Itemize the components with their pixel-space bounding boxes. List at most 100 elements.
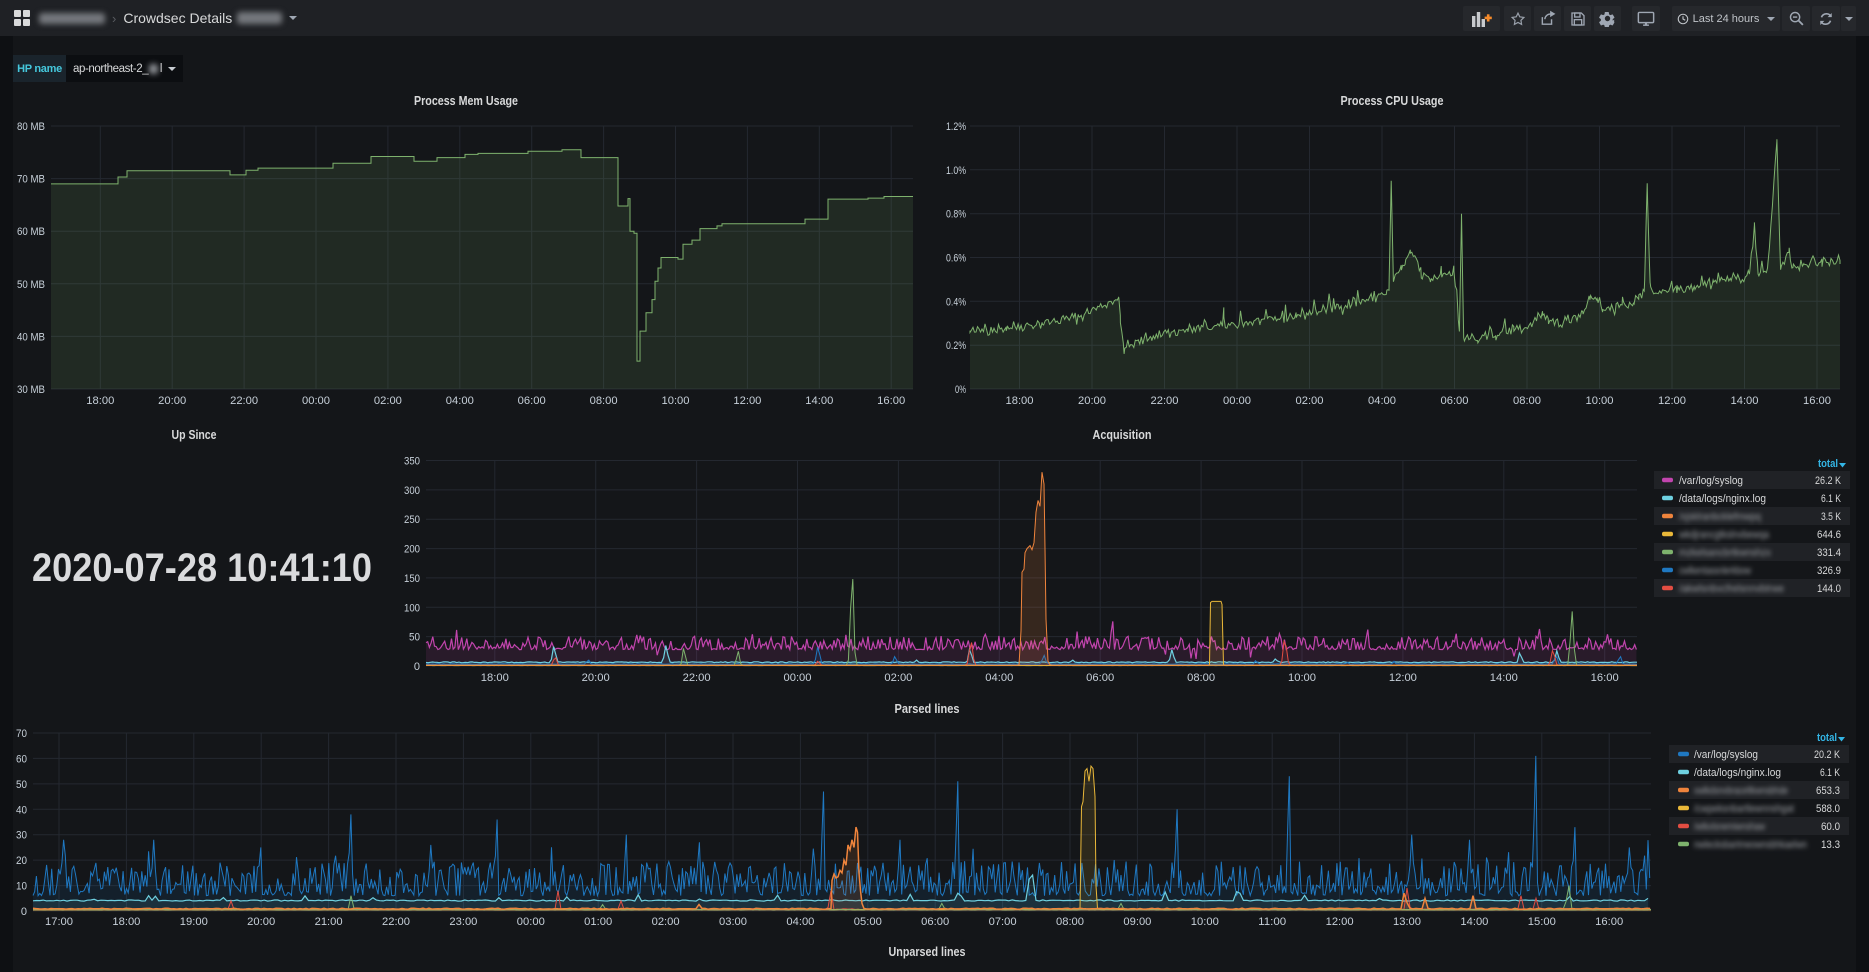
svg-text:20: 20 (16, 855, 27, 867)
svg-text:12:00: 12:00 (733, 395, 761, 407)
svg-text:/akwlsnbvcfrelsnnvbtrwe: /akwlsnbvcfrelsnnvbtrwe (1679, 583, 1784, 595)
svg-text:14:00: 14:00 (1460, 916, 1488, 928)
svg-text:12:00: 12:00 (1389, 672, 1417, 684)
svg-text:/data/logs/nginx.log: /data/logs/nginx.log (1679, 493, 1766, 505)
svg-text:Process Mem Usage: Process Mem Usage (414, 93, 518, 108)
svg-text:22:00: 22:00 (1151, 395, 1179, 407)
svg-text:xwlkdsnvbraceltkwnsbhde: xwlkdsnvbraceltkwnsbhde (1694, 785, 1788, 797)
svg-text:02:00: 02:00 (884, 672, 912, 684)
svg-text:0%: 0% (955, 384, 966, 396)
svg-text:04:00: 04:00 (786, 916, 814, 928)
svg-text:6.1 K: 6.1 K (1821, 493, 1842, 505)
svg-text:0.8%: 0.8% (946, 209, 966, 221)
svg-text:588.0: 588.0 (1816, 803, 1840, 815)
svg-text:19:00: 19:00 (180, 916, 208, 928)
svg-text:total: total (1818, 458, 1838, 470)
svg-text:60: 60 (16, 753, 27, 765)
svg-text:Up Since: Up Since (172, 427, 217, 442)
svg-text:Parsed lines: Parsed lines (895, 701, 960, 716)
svg-text:06:00: 06:00 (1441, 395, 1469, 407)
svg-text:cwlkentassnlerkbow: cwlkentassnlerkbow (1679, 565, 1751, 577)
svg-text:01:00: 01:00 (584, 916, 612, 928)
svg-text:150: 150 (404, 573, 420, 585)
svg-text:/cwpeksnbartlewnnshgat: /cwpeksnbartlewnnshgat (1694, 803, 1794, 815)
svg-text:03:00: 03:00 (719, 916, 747, 928)
svg-text:100: 100 (404, 602, 420, 614)
svg-text:16:00: 16:00 (1803, 395, 1831, 407)
svg-text:50: 50 (409, 632, 420, 644)
svg-text:326.9: 326.9 (1817, 565, 1841, 577)
svg-text:Acquisition: Acquisition (1093, 427, 1152, 442)
svg-text:23:00: 23:00 (449, 916, 477, 928)
svg-text:04:00: 04:00 (1368, 395, 1396, 407)
svg-text:10:00: 10:00 (1288, 672, 1316, 684)
svg-text:00:00: 00:00 (302, 395, 330, 407)
svg-text:08:00: 08:00 (1187, 672, 1215, 684)
svg-text:40: 40 (16, 804, 27, 816)
svg-text:6.1 K: 6.1 K (1820, 767, 1841, 779)
svg-text:80 MB: 80 MB (17, 121, 45, 133)
svg-text:nwlecksbartmeownsbhkaelwn: nwlecksbartmeownsbhkaelwn (1694, 839, 1807, 851)
svg-text:0.6%: 0.6% (946, 253, 966, 265)
svg-text:250: 250 (404, 514, 420, 526)
svg-text:20:00: 20:00 (1078, 395, 1106, 407)
svg-text:07:00: 07:00 (989, 916, 1017, 928)
svg-text:14:00: 14:00 (805, 395, 833, 407)
svg-text:12:00: 12:00 (1658, 395, 1686, 407)
svg-text:10:00: 10:00 (1191, 916, 1219, 928)
svg-text:0.2%: 0.2% (946, 340, 966, 352)
svg-text:16:00: 16:00 (1595, 916, 1623, 928)
svg-text:644.6: 644.6 (1817, 529, 1841, 541)
svg-text:20.2 K: 20.2 K (1814, 749, 1841, 761)
svg-text:06:00: 06:00 (921, 916, 949, 928)
svg-text:0.4%: 0.4% (946, 296, 966, 308)
svg-text:00:00: 00:00 (1223, 395, 1251, 407)
svg-text:/data/logs/nginx.log: /data/logs/nginx.log (1694, 767, 1781, 779)
svg-text:15:00: 15:00 (1528, 916, 1556, 928)
svg-text:10: 10 (16, 881, 27, 893)
svg-text:50: 50 (16, 779, 27, 791)
svg-text:60.0: 60.0 (1821, 821, 1840, 833)
svg-text:300: 300 (404, 485, 420, 497)
svg-text:30: 30 (16, 830, 27, 842)
svg-text:18:00: 18:00 (481, 672, 509, 684)
svg-text:02:00: 02:00 (652, 916, 680, 928)
svg-text:70 MB: 70 MB (17, 174, 45, 186)
svg-text:13:00: 13:00 (1393, 916, 1421, 928)
svg-text:653.3: 653.3 (1816, 785, 1840, 797)
svg-text:08:00: 08:00 (590, 395, 618, 407)
svg-text:mzkelsancbrtkwnshzx: mzkelsancbrtkwnshzx (1679, 547, 1771, 559)
svg-text:22:00: 22:00 (683, 672, 711, 684)
svg-text:02:00: 02:00 (1296, 395, 1324, 407)
svg-text:06:00: 06:00 (1086, 672, 1114, 684)
svg-text:30 MB: 30 MB (17, 384, 45, 396)
svg-text:18:00: 18:00 (1006, 395, 1034, 407)
svg-text:/var/log/syslog: /var/log/syslog (1694, 749, 1758, 761)
svg-text:00:00: 00:00 (784, 672, 812, 684)
svg-text:16:00: 16:00 (1591, 672, 1619, 684)
svg-text:40 MB: 40 MB (17, 331, 45, 343)
svg-text:17:00: 17:00 (45, 916, 73, 928)
svg-text:20:00: 20:00 (582, 672, 610, 684)
svg-text:Unparsed lines: Unparsed lines (889, 944, 966, 959)
svg-text:144.0: 144.0 (1817, 583, 1841, 595)
svg-text:200: 200 (404, 544, 420, 556)
svg-text:00:00: 00:00 (517, 916, 545, 928)
svg-text:10:00: 10:00 (662, 395, 690, 407)
svg-text:21:00: 21:00 (315, 916, 343, 928)
svg-text:1.2%: 1.2% (946, 121, 966, 133)
svg-text:350: 350 (404, 456, 420, 468)
svg-text:11:00: 11:00 (1258, 916, 1286, 928)
svg-text:02:00: 02:00 (374, 395, 402, 407)
svg-text:12:00: 12:00 (1326, 916, 1354, 928)
svg-text:04:00: 04:00 (446, 395, 474, 407)
svg-text:70: 70 (16, 728, 27, 740)
svg-text:Process CPU Usage: Process CPU Usage (1341, 93, 1444, 108)
svg-text:13.3: 13.3 (1821, 839, 1840, 851)
svg-text:16:00: 16:00 (877, 395, 905, 407)
svg-text:3.5 K: 3.5 K (1821, 511, 1842, 523)
svg-text:20:00: 20:00 (247, 916, 275, 928)
svg-text:0: 0 (21, 906, 27, 918)
svg-text:20:00: 20:00 (158, 395, 186, 407)
svg-text:22:00: 22:00 (230, 395, 258, 407)
